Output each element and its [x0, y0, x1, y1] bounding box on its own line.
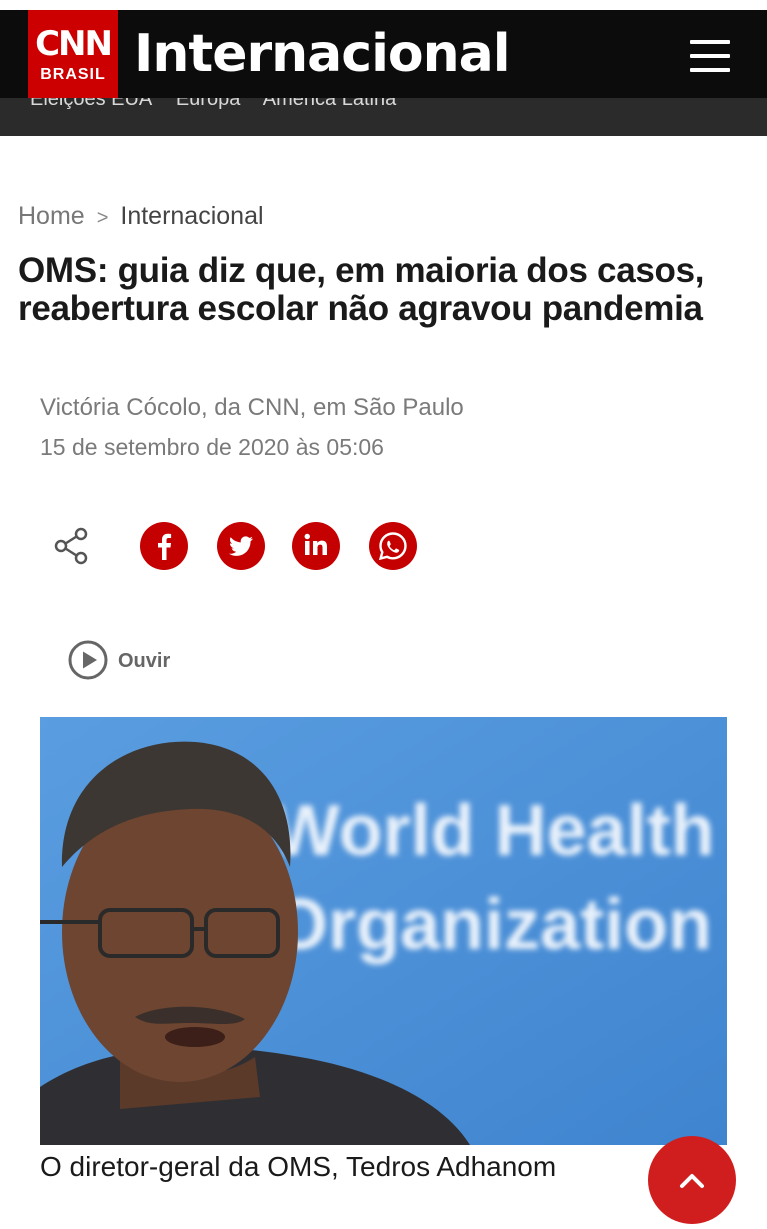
photo-backdrop-line2: Organization [272, 885, 712, 965]
subnav-item[interactable]: América Latina [263, 98, 396, 110]
cnn-brasil-logo[interactable]: CNN BRASIL [28, 10, 118, 98]
logo-text: CNN [35, 24, 113, 64]
article-author: Victória Cócolo, da CNN, em São Paulo [40, 394, 464, 421]
article-photo[interactable]: World Health Organization [40, 717, 727, 1145]
breadcrumb-current[interactable]: Internacional [120, 202, 263, 230]
photo-caption: O diretor-geral da OMS, Tedros Adhanom [40, 1151, 557, 1182]
facebook-icon[interactable] [140, 522, 188, 570]
subnav-bar: Eleições EUA Europa América Latina [0, 98, 767, 136]
subnav-item[interactable]: Eleições EUA [30, 98, 152, 110]
linkedin-icon[interactable] [292, 522, 340, 570]
back-to-top-button[interactable] [648, 1136, 736, 1224]
listen-label: Ouvir [118, 650, 171, 672]
article-headline: OMS: guia diz que, em maioria dos casos,… [18, 251, 705, 328]
whatsapp-icon[interactable] [369, 522, 417, 570]
top-strip [0, 0, 767, 10]
section-title[interactable]: Internacional [134, 24, 511, 84]
article-date: 15 de setembro de 2020 às 05:06 [40, 434, 384, 460]
photo-backdrop-line1: World Health [272, 791, 715, 871]
share-icon[interactable] [48, 522, 96, 570]
breadcrumb-home[interactable]: Home [18, 202, 85, 230]
chevron-up-icon [680, 1174, 704, 1188]
breadcrumb-separator: > [96, 207, 109, 229]
breadcrumb: Home > Internacional [18, 202, 264, 231]
site-header: CNN BRASIL Internacional [0, 10, 767, 98]
subnav-item[interactable]: Europa [176, 98, 241, 110]
logo-subtext: BRASIL [40, 66, 106, 83]
twitter-icon[interactable] [217, 522, 265, 570]
listen-button[interactable]: Ouvir [68, 640, 170, 680]
play-icon [68, 640, 108, 680]
hamburger-menu-icon[interactable] [690, 40, 730, 72]
